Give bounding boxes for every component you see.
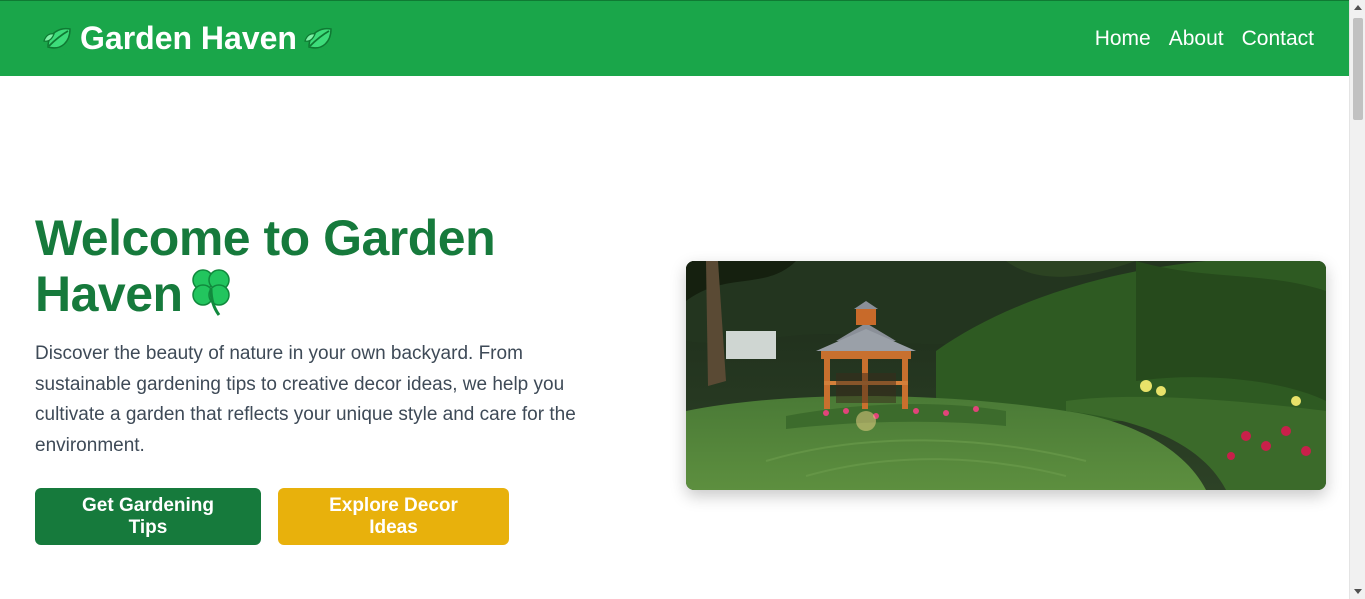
get-gardening-tips-button[interactable]: Get Gardening Tips [35,488,261,545]
explore-decor-ideas-button[interactable]: Explore Decor Ideas [278,488,509,545]
hero-buttons: Get Gardening Tips Explore Decor Ideas [35,488,615,545]
leaf-icon [301,21,337,57]
brand[interactable]: Garden Haven [40,20,337,57]
main-nav: Home About Contact [1095,27,1314,51]
hero-title-text: Welcome to Garden Haven [35,210,496,322]
scroll-down-icon[interactable] [1354,589,1362,594]
leaf-icon [40,21,76,57]
scroll-up-icon[interactable] [1354,5,1362,10]
nav-contact[interactable]: Contact [1242,27,1314,51]
navbar: Garden Haven Home About Contact [0,0,1349,76]
hero-description: Discover the beauty of nature in your ow… [35,343,576,456]
nav-about[interactable]: About [1169,27,1224,51]
nav-home[interactable]: Home [1095,27,1151,51]
hero-title: Welcome to Garden Haven [35,212,615,321]
vertical-scrollbar[interactable] [1349,0,1365,599]
scroll-thumb[interactable] [1353,18,1363,120]
hero-garden-image [686,261,1326,490]
hero-text: Welcome to Garden Haven Discover the bea… [35,212,615,545]
four-leaf-clover-icon [189,265,235,317]
brand-name: Garden Haven [80,20,297,56]
